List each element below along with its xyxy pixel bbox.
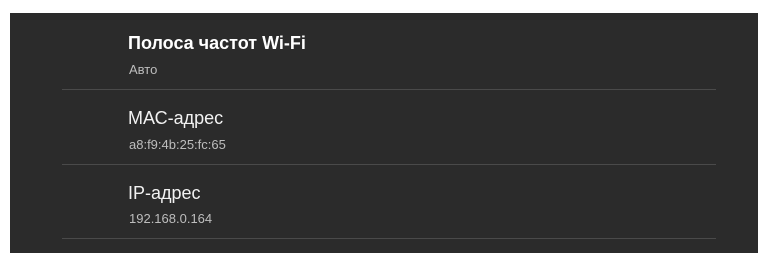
ip-address-title: IP-адрес [128, 183, 201, 203]
wifi-band-value: Авто [129, 62, 158, 77]
mac-address-value: a8:f9:4b:25:fc:65 [129, 137, 226, 152]
mac-address-title: МАС-адрес [128, 108, 224, 128]
divider [62, 89, 716, 90]
ip-address-setting[interactable]: IP-адрес 192.168.0.164 [128, 183, 718, 238]
settings-panel: Полоса частот Wi-Fi Авто МАС-адрес a8:f9… [10, 13, 758, 253]
mac-address-setting[interactable]: МАС-адрес a8:f9:4b:25:fc:65 [128, 108, 718, 163]
divider [62, 164, 716, 165]
ip-address-value: 192.168.0.164 [129, 211, 213, 226]
wifi-band-title: Полоса частот Wi-Fi [128, 33, 306, 53]
wifi-band-setting[interactable]: Полоса частот Wi-Fi Авто [128, 33, 718, 88]
divider [62, 238, 716, 239]
